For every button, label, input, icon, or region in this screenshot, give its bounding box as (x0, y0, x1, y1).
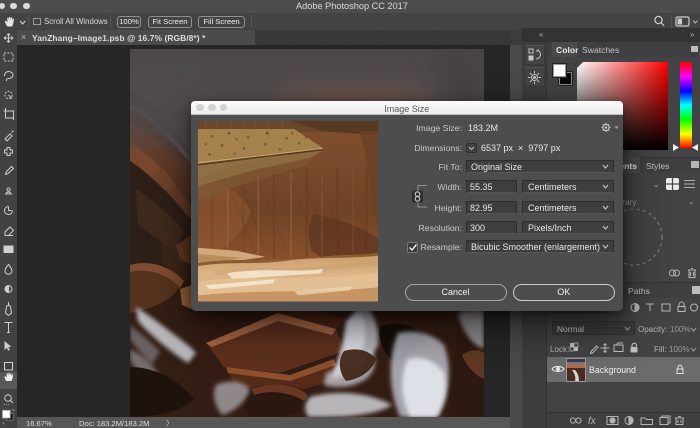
svg-text:fx: fx (588, 416, 597, 426)
